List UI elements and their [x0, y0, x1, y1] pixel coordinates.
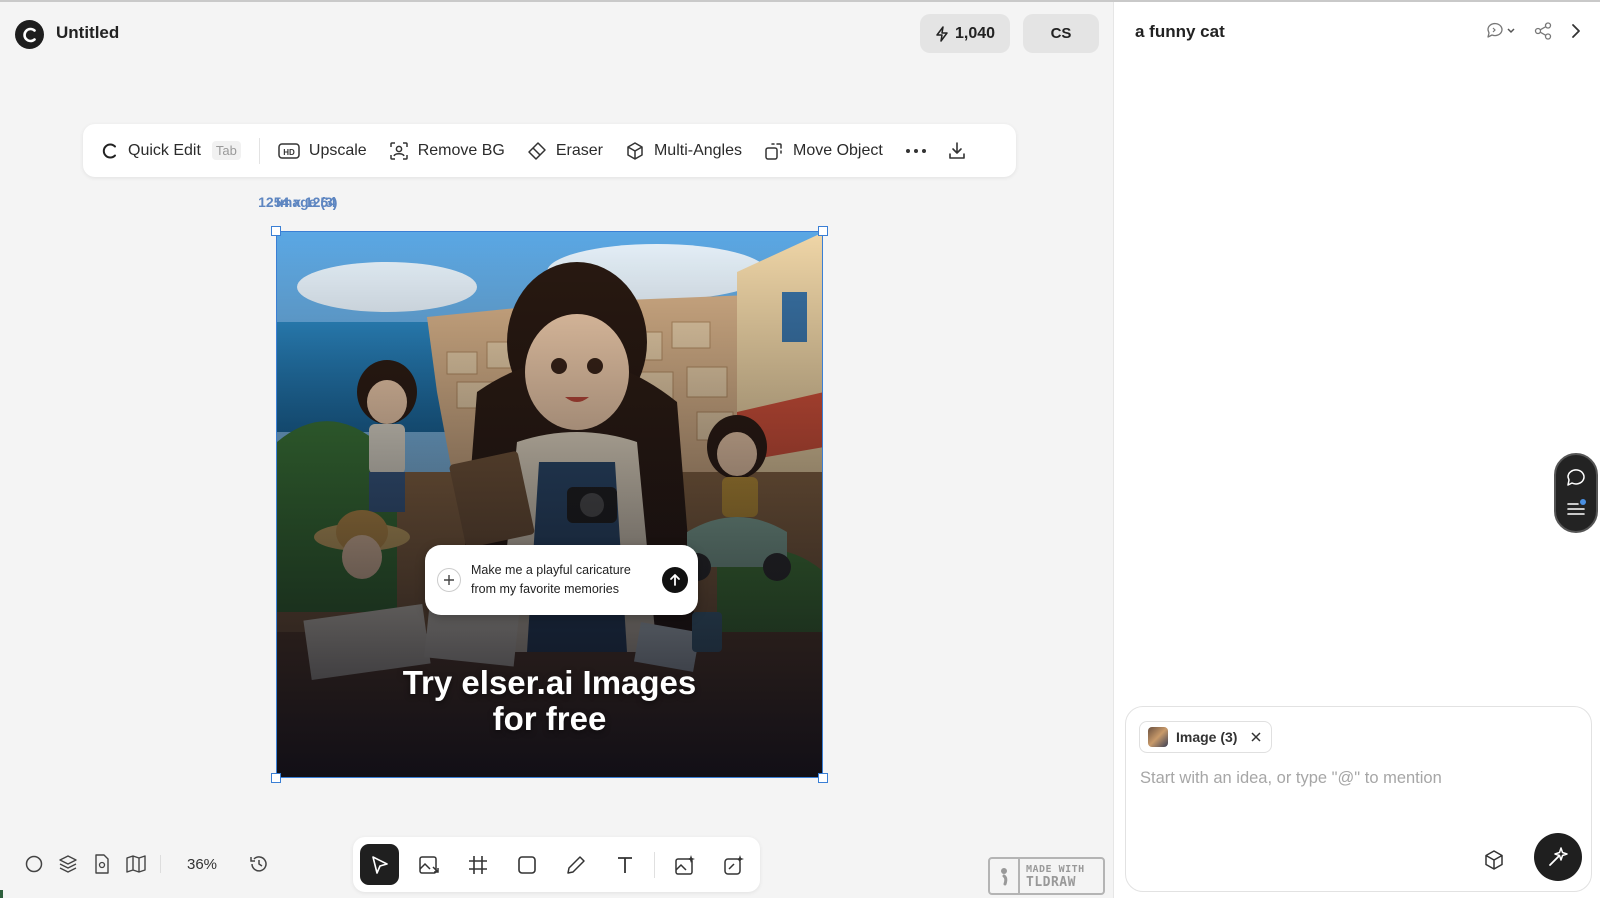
- image-prompt-chip: Make me a playful caricature from my fav…: [425, 545, 698, 615]
- toolbar-divider: [654, 851, 655, 878]
- app-logo-icon[interactable]: [15, 20, 44, 49]
- resize-handle-top-left[interactable]: [271, 226, 281, 236]
- page-icon[interactable]: [92, 854, 112, 874]
- chevron-right-icon: [1572, 24, 1580, 38]
- share-icon: [1534, 22, 1552, 40]
- remove-bg-icon: [389, 141, 409, 161]
- eraser-icon: [527, 141, 547, 161]
- canvas[interactable]: Untitled 1,040 CS Quick Edit Tab HD Upsc…: [0, 2, 1113, 898]
- floating-side-controls: [1554, 453, 1598, 533]
- chat-history-button[interactable]: [1486, 22, 1516, 40]
- plus-icon: [437, 568, 461, 592]
- promo-line-2: for free: [492, 700, 607, 737]
- text-tool[interactable]: [605, 844, 644, 885]
- tldraw-badge-text: MADE WITH TLDRAW: [1020, 863, 1085, 889]
- collapse-panel-button[interactable]: [1570, 23, 1582, 39]
- pencil-tool[interactable]: [556, 844, 595, 885]
- cube-icon: [1485, 850, 1503, 870]
- credits-count: 1,040: [954, 24, 996, 42]
- chat-panel: a funny cat Image (3): [1113, 2, 1600, 898]
- resize-handle-bottom-right[interactable]: [818, 773, 828, 783]
- svg-text:HD: HD: [283, 148, 295, 157]
- share-button[interactable]: [1534, 22, 1552, 40]
- quick-edit-label: Quick Edit: [128, 141, 201, 159]
- drawing-toolbar: [353, 837, 760, 892]
- list-notification-icon[interactable]: [1565, 497, 1587, 519]
- history-icon[interactable]: [249, 854, 269, 874]
- hash-icon: [468, 855, 487, 874]
- close-icon[interactable]: [1251, 732, 1261, 742]
- multi-angles-label: Multi-Angles: [653, 141, 742, 159]
- more-options-button[interactable]: [905, 124, 927, 177]
- document-title[interactable]: Untitled: [56, 23, 119, 43]
- hd-icon: HD: [278, 142, 300, 160]
- layers-icon[interactable]: [58, 854, 78, 874]
- frame-tool[interactable]: [458, 844, 497, 885]
- mention-chip-label: Image (3): [1176, 729, 1238, 745]
- resize-handle-bottom-left[interactable]: [271, 773, 281, 783]
- image-edit-toolbar: Quick Edit Tab HD Upscale Remove BG Eras…: [83, 124, 1016, 177]
- image-prompt-text: Make me a playful caricature from my fav…: [471, 563, 631, 596]
- prompt-input[interactable]: [1140, 769, 1570, 788]
- more-dots-icon: [905, 148, 927, 154]
- chat-bubble-chevron-icon: [1487, 22, 1515, 38]
- text-icon: [617, 856, 632, 873]
- image-dimensions-label: 1254 x 1254: [258, 194, 336, 210]
- arrow-up-icon: [662, 567, 688, 593]
- move-object-label: Move Object: [793, 141, 883, 159]
- chat-composer: Image (3): [1125, 706, 1592, 892]
- mention-chip[interactable]: Image (3): [1139, 721, 1273, 753]
- zoom-level[interactable]: 36%: [187, 856, 217, 873]
- map-icon[interactable]: [126, 854, 146, 874]
- edit-sparkle-icon: [723, 854, 744, 875]
- resize-handle-top-right[interactable]: [818, 226, 828, 236]
- cursor-icon: [371, 855, 388, 874]
- image-promo-text: Try elser.ai Images for free: [277, 665, 822, 737]
- user-avatar-button[interactable]: CS: [1023, 14, 1099, 53]
- credits-button[interactable]: 1,040: [920, 14, 1010, 53]
- window-corner: [0, 890, 3, 898]
- chat-bubble-icon[interactable]: [1565, 467, 1587, 489]
- badge-line-2: TLDRAW: [1026, 875, 1076, 890]
- upscale-label: Upscale: [308, 141, 367, 159]
- image-sparkle-icon: [674, 854, 695, 875]
- magic-wand-sparkle-icon: [1549, 847, 1568, 866]
- remove-bg-button[interactable]: Remove BG: [389, 124, 505, 177]
- generate-button[interactable]: [1534, 833, 1582, 881]
- select-tool[interactable]: [360, 844, 399, 885]
- image-upload-tool[interactable]: [409, 844, 448, 885]
- eraser-button[interactable]: Eraser: [527, 124, 603, 177]
- made-with-tldraw-badge[interactable]: MADE WITH TLDRAW: [988, 857, 1105, 895]
- cube-icon: [625, 141, 645, 161]
- quick-edit-shortcut: Tab: [211, 141, 241, 160]
- quick-edit-button[interactable]: Quick Edit Tab: [101, 124, 241, 177]
- controls-divider: [160, 855, 161, 873]
- upscale-button[interactable]: HD Upscale: [278, 124, 367, 177]
- move-object-icon: [764, 141, 784, 161]
- multi-angles-button[interactable]: Multi-Angles: [625, 124, 742, 177]
- pencil-icon: [566, 855, 585, 874]
- rectangle-tool[interactable]: [507, 844, 546, 885]
- promo-line-1: Try elser.ai Images: [402, 664, 697, 701]
- square-icon: [517, 855, 536, 874]
- selected-image[interactable]: Make me a playful caricature from my fav…: [276, 231, 823, 778]
- move-object-button[interactable]: Move Object: [764, 124, 883, 177]
- quick-edit-icon: [101, 142, 119, 160]
- ai-image-tool[interactable]: [665, 844, 704, 885]
- toolbar-divider: [258, 137, 260, 164]
- chat-actions: [1486, 22, 1582, 40]
- model-select-button[interactable]: [1481, 847, 1507, 873]
- image-arrow-icon: [418, 855, 439, 874]
- download-icon: [947, 141, 967, 161]
- eraser-label: Eraser: [555, 141, 603, 159]
- download-button[interactable]: [947, 124, 967, 177]
- lightning-icon: [935, 25, 949, 42]
- image-thumbnail: [1148, 727, 1168, 747]
- chat-title[interactable]: a funny cat: [1135, 22, 1225, 42]
- circle-icon[interactable]: [24, 854, 44, 874]
- ai-edit-tool[interactable]: [714, 844, 753, 885]
- bottom-left-controls: 36%: [24, 854, 269, 874]
- remove-bg-label: Remove BG: [417, 141, 505, 159]
- tldraw-logo-icon: [990, 859, 1020, 893]
